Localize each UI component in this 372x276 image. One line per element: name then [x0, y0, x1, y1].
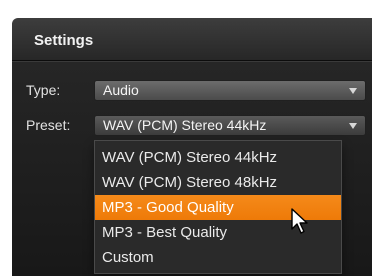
preset-option-custom[interactable]: Custom — [95, 245, 341, 270]
preset-dropdown-list: WAV (PCM) Stereo 44kHz WAV (PCM) Stereo … — [94, 140, 342, 274]
type-select[interactable]: Audio — [94, 80, 366, 101]
mouse-pointer-icon — [291, 208, 308, 234]
type-label: Type: — [26, 82, 61, 98]
preset-option-wav-44khz[interactable]: WAV (PCM) Stereo 44kHz — [95, 145, 341, 170]
preset-label: Preset: — [26, 117, 71, 133]
preset-option-wav-48khz[interactable]: WAV (PCM) Stereo 48kHz — [95, 170, 341, 195]
type-select-value: Audio — [103, 82, 139, 98]
chevron-down-icon — [349, 88, 357, 94]
preset-select-value: WAV (PCM) Stereo 44kHz — [103, 117, 267, 133]
panel-title: Settings — [34, 32, 94, 49]
chevron-down-icon — [349, 123, 357, 129]
preset-select[interactable]: WAV (PCM) Stereo 44kHz — [94, 115, 366, 136]
header-divider — [12, 60, 372, 61]
